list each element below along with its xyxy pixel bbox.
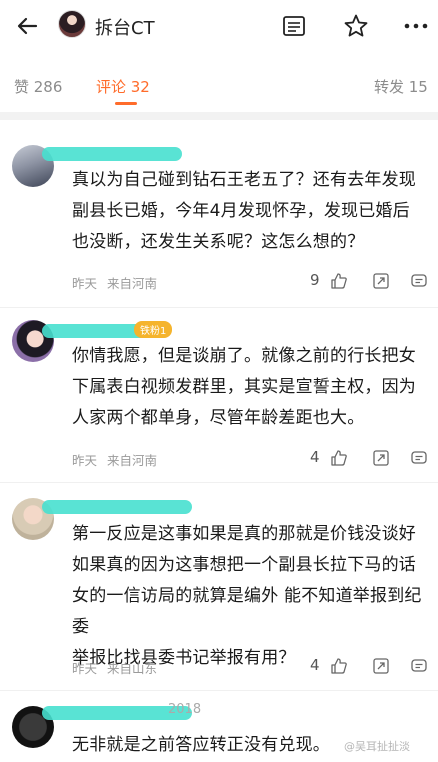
comment-text: 第一反应是这事如果是真的那就是价钱没谈好 如果真的因为这事想把一个副县长拉下马的…: [72, 524, 422, 668]
like-icon[interactable]: [330, 657, 348, 675]
comment-separator: [0, 690, 438, 691]
share-icon[interactable]: [372, 449, 390, 467]
comment-item: 第一反应是这事如果是真的那就是价钱没谈好 如果真的因为这事想把一个副县长拉下马的…: [0, 488, 438, 688]
reply-icon[interactable]: [410, 449, 428, 467]
comment-time: 昨天: [72, 276, 98, 291]
comment-item: 铁粉1 你情我愿，但是谈崩了。就像之前的行长把女 下属表白视频发群里，其实是宣誓…: [0, 310, 438, 480]
like-icon[interactable]: [330, 449, 348, 467]
comment-time: 昨天: [72, 453, 98, 468]
comment-text: 真以为自己碰到钻石王老五了？还有去年发现 副县长已婚，今年4月发现怀孕，发现已婚…: [72, 170, 416, 252]
comment-time: 昨天: [72, 661, 98, 676]
tab-comments[interactable]: 评论 32: [96, 76, 150, 97]
active-tab-indicator: [115, 102, 137, 105]
redacted-username: [42, 147, 182, 161]
author-avatar[interactable]: [58, 10, 86, 38]
back-arrow-icon[interactable]: [14, 12, 42, 40]
star-icon[interactable]: [342, 12, 370, 40]
section-divider: [0, 112, 438, 120]
comment-separator: [0, 482, 438, 483]
fan-badge: 铁粉1: [134, 321, 173, 338]
redacted-username: [42, 500, 192, 514]
watermark: @吴耳扯扯淡: [344, 740, 410, 753]
comment-location: 来自河南: [107, 453, 158, 468]
like-icon[interactable]: [330, 272, 348, 290]
like-count: 4: [310, 656, 320, 674]
list-icon[interactable]: [280, 12, 308, 40]
comment-separator: [0, 307, 438, 308]
comment-text: 你情我愿，但是谈崩了。就像之前的行长把女 下属表白视频发群里，其实是宣誓主权，因…: [72, 346, 416, 428]
like-count: 9: [310, 271, 320, 289]
reply-icon[interactable]: [410, 272, 428, 290]
comment-location: 来自河南: [107, 276, 158, 291]
comment-meta: 昨天 来自河南: [72, 450, 167, 469]
page-title[interactable]: 拆台CT: [95, 14, 155, 40]
tab-bar: 赞 286 评论 32 转发 15: [0, 70, 438, 106]
reply-icon[interactable]: [410, 657, 428, 675]
comment-meta: 昨天 来自河南: [72, 273, 167, 292]
tab-reposts[interactable]: 转发 15: [374, 76, 428, 97]
share-icon[interactable]: [372, 272, 390, 290]
like-count: 4: [310, 448, 320, 466]
comment-meta: 昨天 来自山东: [72, 658, 167, 677]
comment-username-fragment: 2018: [168, 702, 202, 717]
tab-likes[interactable]: 赞 286: [14, 76, 62, 97]
comment-item: 真以为自己碰到钻石王老五了？还有去年发现 副县长已婚，今年4月发现怀孕，发现已婚…: [0, 135, 438, 305]
top-bar: 拆台CT: [0, 0, 438, 52]
comment-location: 来自山东: [107, 661, 158, 676]
share-icon[interactable]: [372, 657, 390, 675]
more-icon[interactable]: [402, 12, 430, 40]
